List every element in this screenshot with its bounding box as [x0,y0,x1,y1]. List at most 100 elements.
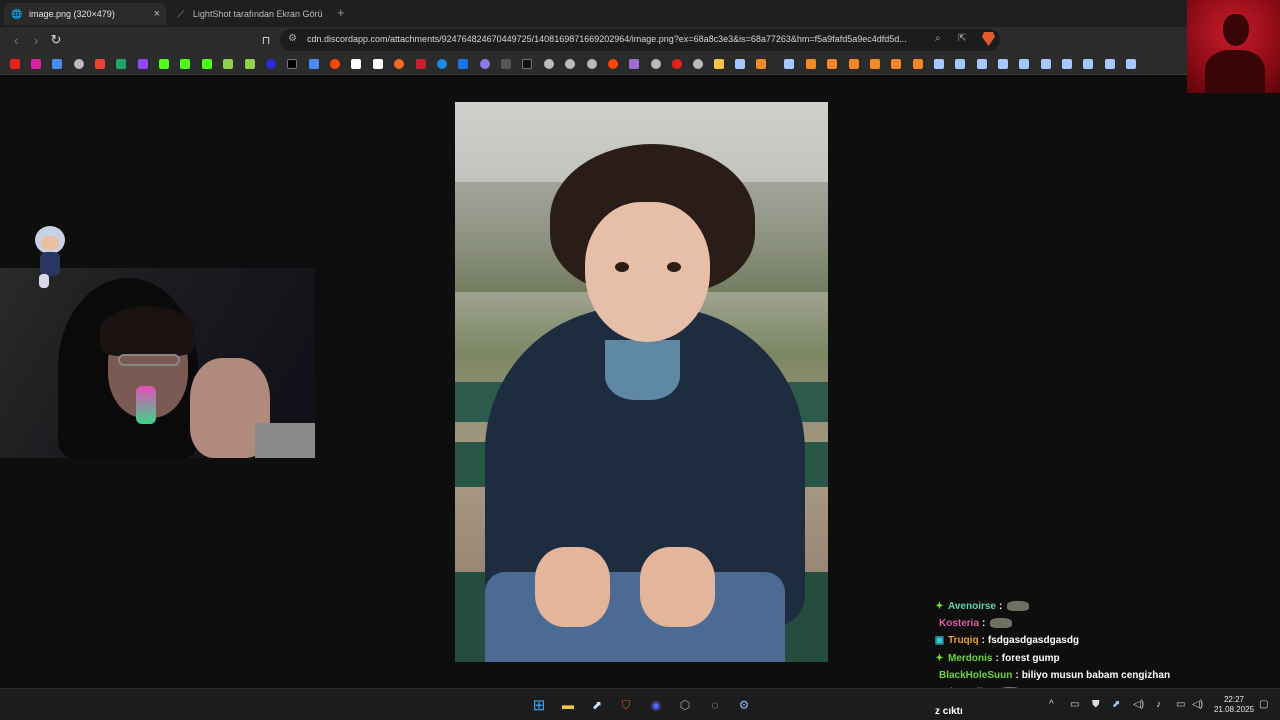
app-icon[interactable] [891,59,901,69]
app-icon[interactable] [522,59,532,69]
app-circle-icon[interactable]: ◌ [707,697,723,713]
tab-title: image.png (320×479) [29,9,115,19]
app-cube-icon[interactable]: ⬡ [677,697,693,713]
instagram-icon[interactable] [31,59,41,69]
app-icon[interactable] [806,59,816,69]
tray-overflow-icon[interactable]: ^ [1049,699,1054,710]
brave-icon[interactable]: ⛉ [618,697,634,713]
chat-message: ✦ Avenoirse : [935,598,1030,614]
reddit-icon[interactable] [608,59,618,69]
app-icon[interactable] [458,59,468,69]
sticker-face [41,236,59,250]
app-icon[interactable] [437,59,447,69]
sparkle-badge-icon: ✦ [935,600,944,612]
steam-icon[interactable] [735,59,745,69]
chat-text: fsdgasdgasdgasdg [987,634,1080,646]
battery-icon[interactable]: ▭ [1070,699,1079,710]
app-gear-icon[interactable]: ⚙ [736,697,752,713]
volume-icon[interactable]: ◁) [1192,699,1203,710]
portrait-head [1223,14,1249,46]
close-icon[interactable]: × [154,8,160,20]
forward-icon[interactable]: › [28,32,44,48]
steam-icon[interactable] [977,59,987,69]
file-explorer-icon[interactable]: ▬ [560,697,576,713]
steam-icon[interactable] [784,59,794,69]
app-icon[interactable] [849,59,859,69]
app-icon[interactable] [693,59,703,69]
image-child-hand [535,547,610,627]
turtle-emote-icon [1007,601,1030,611]
steam-icon[interactable] [998,59,1008,69]
app-icon[interactable] [827,59,837,69]
app-icon[interactable] [672,59,682,69]
kick-icon[interactable] [159,59,169,69]
steam-icon[interactable] [1041,59,1051,69]
steam-icon[interactable] [1126,59,1136,69]
app-icon[interactable] [501,59,511,69]
app-icon[interactable] [416,59,426,69]
folder-icon[interactable] [714,59,724,69]
webcam-glasses [118,354,180,366]
windows-start-icon[interactable]: ⊞ [531,697,547,714]
app-icon[interactable] [394,59,404,69]
steam-icon[interactable] [1019,59,1029,69]
chat-message: ✦ Merdonis : forest gump [935,652,1060,664]
bookmark-icon[interactable]: ⊓ [258,32,274,48]
reddit-icon[interactable] [330,59,340,69]
steam-icon[interactable]: ⬈ [589,697,605,713]
address-bar[interactable]: ⚙ cdn.discordapp.com/attachments/9247648… [280,29,1000,51]
share-icon[interactable]: ⇱ [958,33,966,44]
clock-date: 21.08.2025 [1213,705,1255,714]
app-icon[interactable] [351,59,361,69]
profile-portrait [1187,0,1280,93]
portrait-body [1205,50,1265,93]
reload-icon[interactable]: ↻ [48,32,64,48]
app-icon[interactable] [266,59,276,69]
zoom-icon[interactable]: ⌕ [935,33,941,44]
tab-lightshot[interactable]: ⟋ LightShot tarafından Ekran Görüntüsü [168,3,330,25]
gmail-icon[interactable] [95,59,105,69]
discord-icon[interactable]: ◉ [648,697,664,713]
chat-text: biliyo musun babam cengizhan [1021,669,1171,681]
globe-icon[interactable] [544,59,554,69]
network-icon[interactable]: ▭ [1176,699,1185,710]
site-info-icon[interactable]: ⚙ [288,33,297,44]
youtube-icon[interactable] [10,59,20,69]
app-icon[interactable] [756,59,766,69]
app-icon[interactable] [913,59,923,69]
steam-tray-icon[interactable]: ⬈ [1112,699,1120,710]
globe-icon[interactable] [651,59,661,69]
new-tab-button[interactable]: + [337,5,345,20]
twitch-icon[interactable] [138,59,148,69]
tab-image[interactable]: 🌐 image.png (320×479) × [4,3,166,25]
app-icon[interactable] [629,59,639,69]
notification-icon[interactable]: ▢ [1259,699,1268,710]
sticker-body [40,252,60,276]
globe-icon[interactable] [74,59,84,69]
x-icon[interactable] [287,59,297,69]
app-icon[interactable] [309,59,319,69]
steam-icon[interactable] [1083,59,1093,69]
microphone-icon[interactable]: ♪ [1156,699,1161,710]
globe-icon[interactable] [587,59,597,69]
app-icon[interactable] [373,59,383,69]
translate-icon[interactable] [52,59,62,69]
address-url: cdn.discordapp.com/attachments/924764824… [307,34,907,44]
shield-icon[interactable]: ⛊ [1092,699,1100,710]
steam-icon[interactable] [1062,59,1072,69]
back-icon[interactable]: ‹ [8,32,24,48]
speaker-icon[interactable]: ◁) [1133,699,1144,710]
steam-icon[interactable] [955,59,965,69]
steam-icon[interactable] [1105,59,1115,69]
app-icon[interactable] [480,59,490,69]
clock[interactable]: 22:27 21.08.2025 [1212,695,1256,715]
sticker-character [33,226,71,290]
drive-icon[interactable] [116,59,126,69]
kick-icon[interactable] [180,59,190,69]
steam-icon[interactable] [934,59,944,69]
kick-icon[interactable] [202,59,212,69]
app-icon[interactable] [870,59,880,69]
globe-icon[interactable] [565,59,575,69]
app-icon[interactable] [223,59,233,69]
app-icon[interactable] [245,59,255,69]
